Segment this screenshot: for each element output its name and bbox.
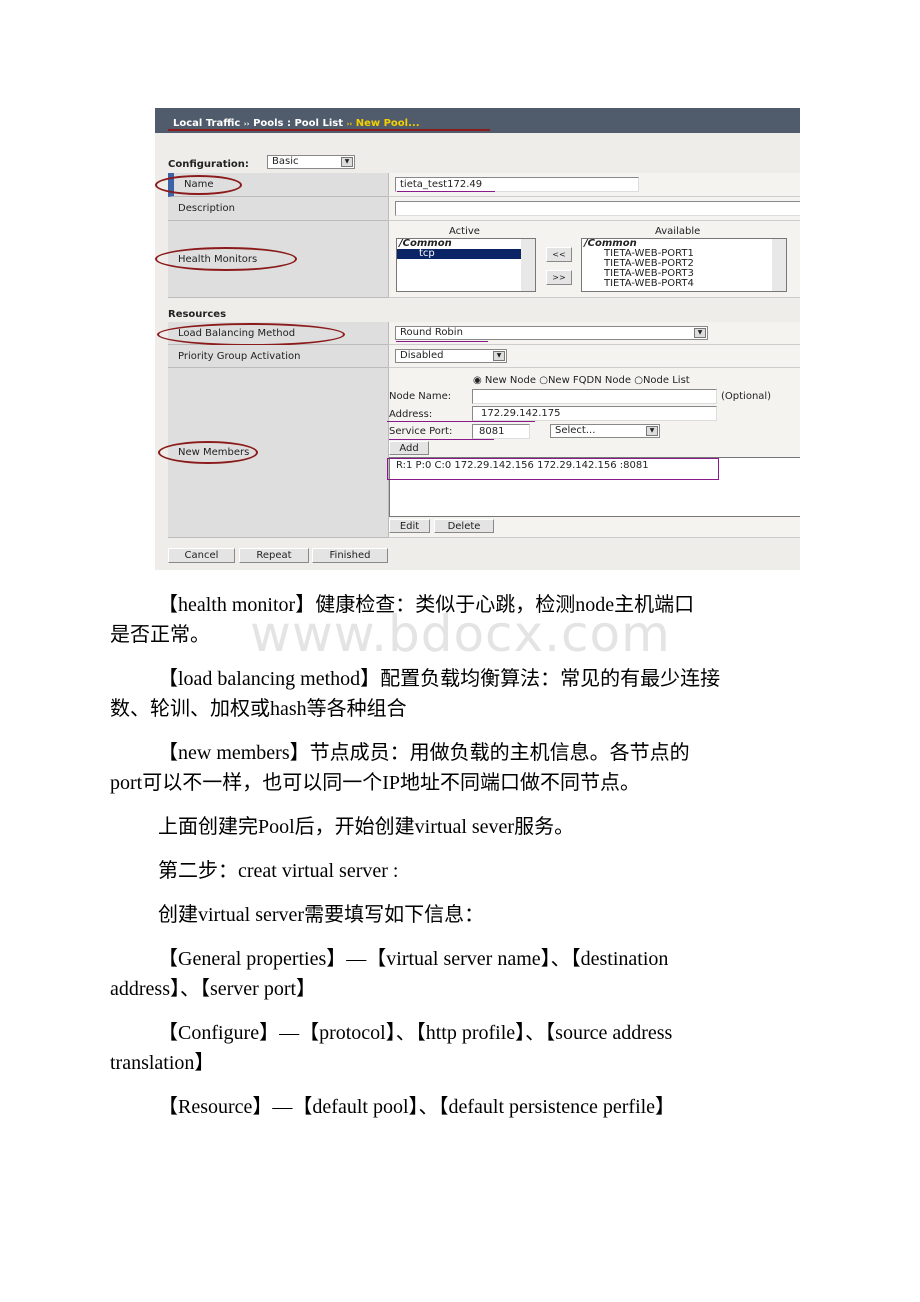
chevron-down-icon: ▼ [646, 426, 658, 436]
new-members-cell: ◉ New Node ○New FQDN Node ○Node List Nod… [387, 368, 800, 538]
radio-fqdn-label: New FQDN Node [547, 375, 632, 386]
node-type-radios: ◉ New Node ○New FQDN Node ○Node List [473, 375, 690, 386]
header-bar: Local Traffic ›› Pools : Pool List ›› Ne… [155, 108, 800, 133]
description-value-cell [388, 197, 800, 221]
lb-value-cell: Round Robin ▼ [388, 322, 800, 345]
available-label: Available [655, 226, 701, 237]
breadcrumb-new-pool: New Pool... [355, 118, 420, 129]
radio-node-list[interactable]: ○ [634, 375, 643, 386]
description-label-cell: Description [168, 197, 388, 221]
description-label: Description [178, 203, 235, 214]
name-value-cell: tieta_test172.49 [388, 173, 800, 197]
annotation-underline [387, 421, 535, 422]
paragraph-line: 第二步：creat virtual server : [158, 860, 399, 882]
annotation-oval [155, 175, 242, 195]
breadcrumb: Local Traffic ›› Pools : Pool List ›› Ne… [173, 118, 420, 129]
annotation-underline [168, 129, 490, 131]
paragraph-line: 【General properties】—【virtual server nam… [158, 948, 669, 970]
active-monitors-list[interactable]: /Common tcp [396, 238, 536, 292]
active-label: Active [449, 226, 480, 237]
edit-button[interactable]: Edit [389, 519, 430, 533]
paragraph-line: 创建virtual server需要填写如下信息： [158, 904, 485, 926]
paragraph-line: 【Resource】—【default pool】、【default persi… [158, 1096, 676, 1118]
active-item-tcp[interactable]: tcp [397, 249, 521, 259]
breadcrumb-sep: ›› [346, 120, 353, 128]
paragraph-line: port可以不一样，也可以同一个IP地址不同端口做不同节点。 [110, 772, 640, 794]
breadcrumb-sep: ›› [243, 120, 250, 128]
configuration-label: Configuration: [168, 159, 249, 170]
annotation-oval [158, 441, 258, 464]
paragraph-line: 是否正常。 [110, 624, 210, 646]
annotation-underline [389, 439, 494, 440]
breadcrumb-pool-list[interactable]: Pools : Pool List [253, 118, 343, 129]
service-port-select-value: Select... [555, 425, 596, 436]
radio-node-list-label: Node List [642, 375, 690, 386]
resources-heading: Resources [168, 309, 227, 320]
move-right-button[interactable]: >> [546, 270, 572, 285]
paragraph-line: 数、轮训、加权或hash等各种组合 [110, 698, 407, 720]
annotation-box [387, 458, 719, 480]
paragraph-line: 【new members】节点成员：用做负载的主机信息。各节点的 [158, 742, 690, 764]
paragraph-line: 【Configure】—【protocol】、【http profile】、【s… [158, 1022, 673, 1044]
annotation-oval [157, 323, 345, 346]
paragraph-line: 【load balancing method】配置负载均衡算法：常见的有最少连接 [158, 668, 721, 690]
radio-fqdn-node[interactable]: ○ [539, 375, 548, 386]
annotation-oval [155, 247, 297, 271]
pga-label: Priority Group Activation [178, 351, 301, 362]
chevron-down-icon: ▼ [493, 351, 505, 361]
annotation-underline [397, 191, 495, 192]
pga-value-cell: Disabled ▼ [388, 345, 800, 368]
available-item[interactable]: TIETA-WEB-PORT4 [582, 279, 786, 289]
address-input[interactable]: 172.29.142.175 [472, 406, 717, 421]
breadcrumb-local-traffic[interactable]: Local Traffic [173, 118, 240, 129]
node-name-label: Node Name: [389, 391, 452, 402]
delete-button[interactable]: Delete [434, 519, 494, 533]
optional-hint: (Optional) [721, 391, 772, 402]
add-button[interactable]: Add [389, 441, 429, 455]
service-port-select[interactable]: Select... ▼ [550, 424, 660, 438]
service-port-input[interactable]: 8081 [472, 424, 530, 439]
finished-button[interactable]: Finished [312, 548, 388, 563]
address-label: Address: [389, 409, 433, 420]
lb-method-value: Round Robin [400, 327, 463, 338]
description-input[interactable] [395, 201, 800, 216]
chevron-down-icon: ▼ [341, 157, 353, 167]
paragraph-line: 上面创建完Pool后，开始创建virtual sever服务。 [158, 816, 575, 838]
pool-config-screenshot: Local Traffic ›› Pools : Pool List ›› Ne… [155, 108, 800, 570]
scrollbar[interactable] [521, 239, 535, 291]
service-port-label: Service Port: [389, 426, 453, 437]
annotation-underline [396, 341, 488, 342]
pga-label-cell: Priority Group Activation [168, 345, 388, 368]
active-group: /Common [399, 238, 452, 249]
chevron-down-icon: ▼ [694, 328, 706, 338]
node-name-input[interactable] [472, 389, 717, 404]
health-monitors-cell: Active Available /Common tcp << >> /Comm… [388, 221, 800, 298]
scrollbar[interactable] [772, 239, 786, 291]
cancel-button[interactable]: Cancel [168, 548, 235, 563]
name-input[interactable]: tieta_test172.49 [395, 177, 639, 192]
configuration-select[interactable]: Basic ▼ [267, 155, 355, 169]
lb-method-select[interactable]: Round Robin ▼ [395, 326, 708, 340]
pga-select[interactable]: Disabled ▼ [395, 349, 507, 363]
available-monitors-list[interactable]: /Common TIETA-WEB-PORT1 TIETA-WEB-PORT2 … [581, 238, 787, 292]
paragraph-line: translation】 [110, 1052, 215, 1074]
move-left-button[interactable]: << [546, 247, 572, 262]
repeat-button[interactable]: Repeat [239, 548, 309, 563]
pga-value: Disabled [400, 350, 444, 361]
paragraph-line: address】、【server port】 [110, 978, 317, 1000]
paragraph-line: 【health monitor】健康检查：类似于心跳，检测node主机端口 [158, 594, 695, 616]
radio-new-node[interactable]: ◉ [473, 375, 482, 386]
radio-new-node-label: New Node [484, 375, 537, 386]
configuration-value: Basic [272, 156, 299, 167]
